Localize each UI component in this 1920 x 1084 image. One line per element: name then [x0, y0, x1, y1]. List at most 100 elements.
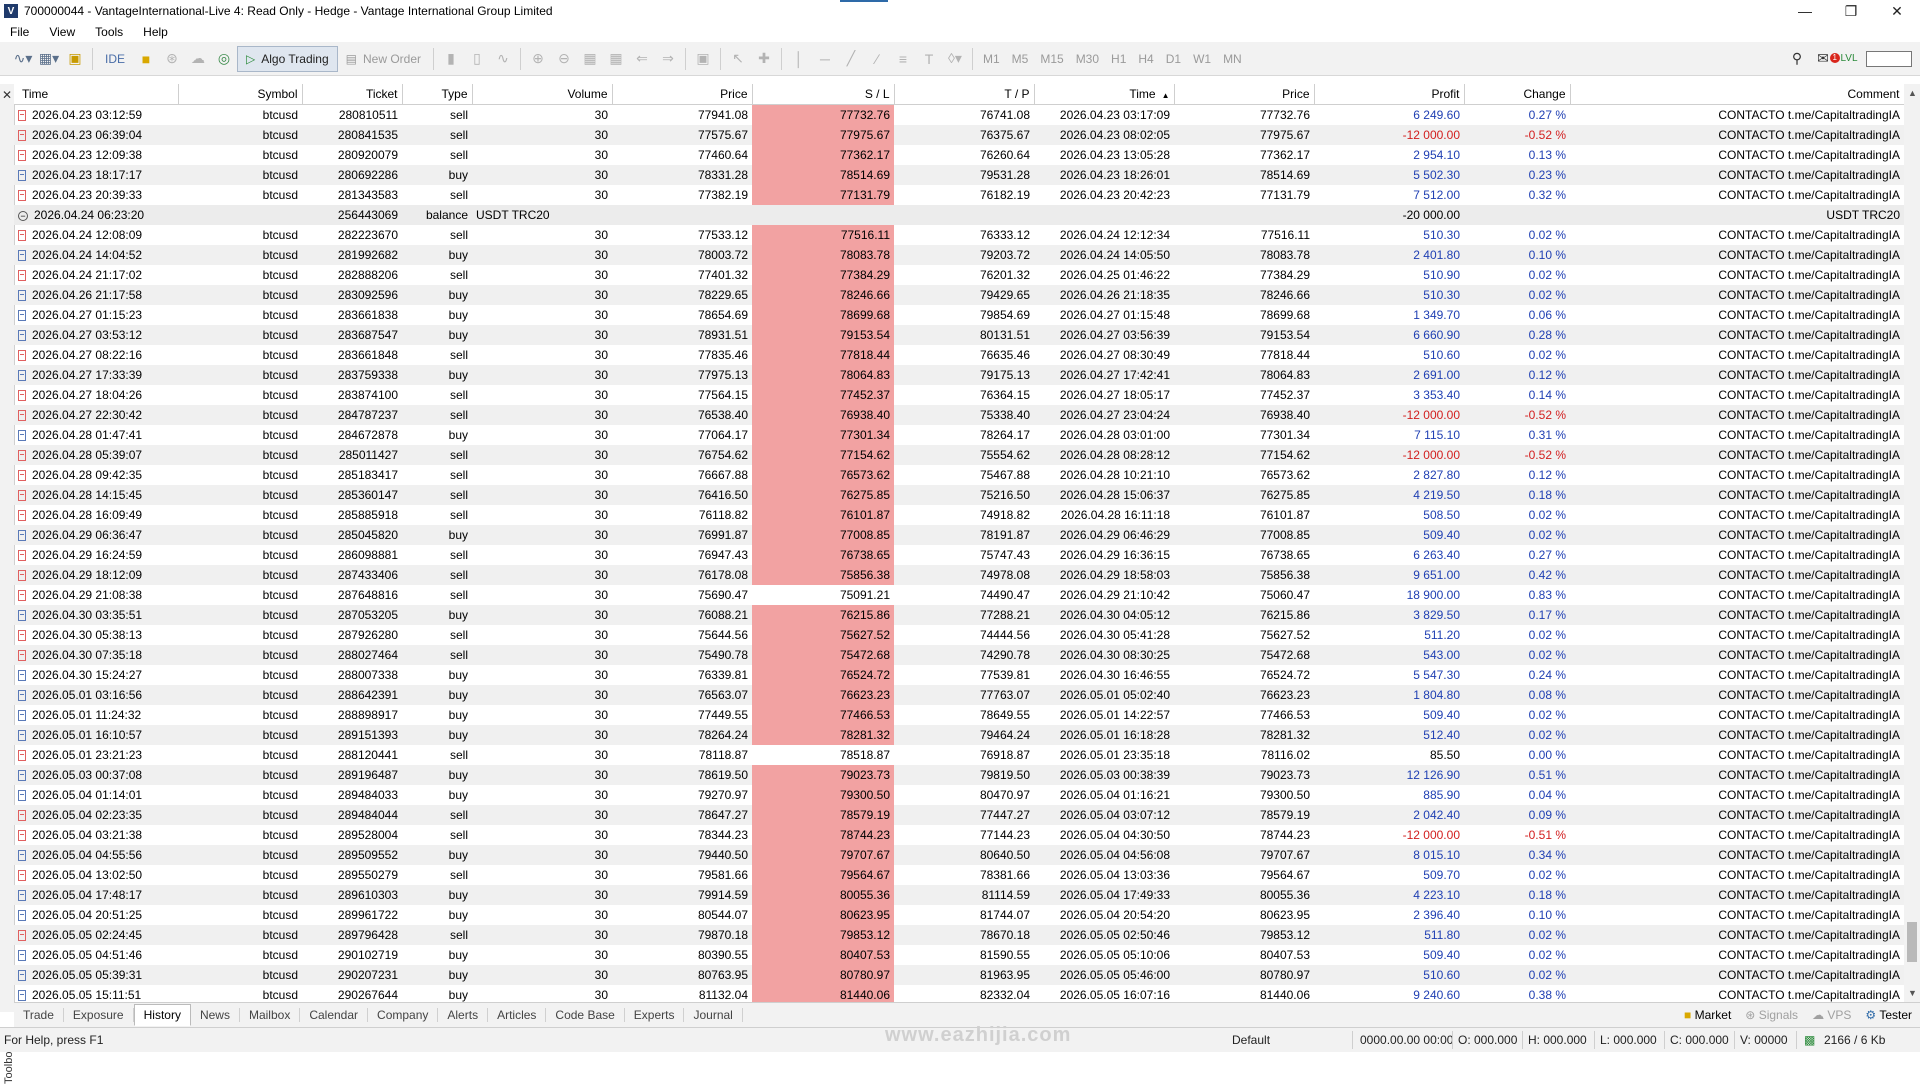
table-row[interactable]: 2026.05.04 04:55:56 btcusd 289509552 buy 30 7…	[14, 845, 1904, 865]
equidistant-channel-icon[interactable]: ∕	[864, 47, 890, 71]
col-header-ticket[interactable]: Ticket	[302, 84, 403, 105]
table-row[interactable]: 2026.04.29 18:12:09 btcusd 287433406 sell 30…	[14, 565, 1904, 585]
grid-icon[interactable]: ▦	[603, 47, 629, 71]
fibonacci-icon[interactable]: ≡	[890, 47, 916, 71]
screenshot-icon[interactable]: ▣	[690, 47, 716, 71]
table-row[interactable]: 2026.04.27 03:53:12 btcusd 283687547 buy 30 7…	[14, 325, 1904, 345]
col-header-type[interactable]: Type	[402, 84, 473, 105]
table-row[interactable]: 2026.04.27 22:30:42 btcusd 284787237 sell 30…	[14, 405, 1904, 425]
col-header-close-price[interactable]: Price	[1174, 84, 1315, 105]
scroll-down-icon[interactable]: ▼	[1908, 988, 1917, 998]
chart-shift-icon[interactable]: ⇒	[655, 47, 681, 71]
market-link[interactable]: ■ Market	[1684, 1008, 1731, 1022]
table-row[interactable]: 2026.04.23 03:12:59 btcusd 280810511 sell 30…	[14, 104, 1904, 125]
scrollbar-thumb[interactable]	[1907, 922, 1917, 962]
tab-history[interactable]: History	[133, 1004, 191, 1026]
timeframe-m15[interactable]: M15	[1034, 52, 1069, 66]
cursor-icon[interactable]: ↖	[725, 47, 751, 71]
table-row[interactable]: 2026.04.24 21:17:02 btcusd 282888206 sell 30…	[14, 265, 1904, 285]
toolbox-close-icon[interactable]: ✕	[2, 88, 12, 102]
table-row[interactable]: 2026.04.27 18:04:26 btcusd 283874100 sell 30…	[14, 385, 1904, 405]
lock-icon[interactable]: ■	[133, 47, 159, 71]
timeframe-m5[interactable]: M5	[1006, 52, 1035, 66]
col-header-sl[interactable]: S / L	[752, 84, 895, 105]
zoom-out-icon[interactable]: ⊖	[551, 47, 577, 71]
table-row[interactable]: 2026.05.05 04:51:46 btcusd 290102719 buy 30 8…	[14, 945, 1904, 965]
table-row[interactable]: 2026.04.30 07:35:18 btcusd 288027464 sell 30…	[14, 645, 1904, 665]
dollar-icon[interactable]: ▣	[62, 47, 88, 71]
tab-exposure[interactable]: Exposure	[64, 1008, 134, 1022]
table-row[interactable]: 2026.05.05 05:39:31 btcusd 290207231 buy 30 8…	[14, 965, 1904, 985]
cloud-icon[interactable]: ☁	[185, 47, 211, 71]
table-row[interactable]: 2026.05.05 15:11:51 btcusd 290267644 buy 30 8…	[14, 985, 1904, 1002]
bar-chart-icon[interactable]: ▮	[438, 47, 464, 71]
tab-journal[interactable]: Journal	[684, 1008, 743, 1022]
table-row[interactable]: 2026.04.23 12:09:38 btcusd 280920079 sell 30…	[14, 145, 1904, 165]
table-row[interactable]: 2026.05.01 03:16:56 btcusd 288642391 buy 30 7…	[14, 685, 1904, 705]
table-row[interactable]: 2026.04.26 21:17:58 btcusd 283092596 buy 30 7…	[14, 285, 1904, 305]
table-row[interactable]: 2026.04.28 01:47:41 btcusd 284672878 buy 30 7…	[14, 425, 1904, 445]
scroll-up-icon[interactable]: ▲	[1908, 88, 1917, 98]
table-row[interactable]: 2026.05.04 20:51:25 btcusd 289961722 buy 30 8…	[14, 905, 1904, 925]
col-header-price[interactable]: Price	[612, 84, 753, 105]
search-icon[interactable]: ⚲	[1784, 47, 1810, 71]
table-row[interactable]: 2026.04.29 16:24:59 btcusd 286098881 sell 30…	[14, 545, 1904, 565]
signals-link[interactable]: ⊛ Signals	[1745, 1008, 1798, 1022]
table-row[interactable]: 2026.04.28 14:15:45 btcusd 285360147 sell 30…	[14, 485, 1904, 505]
chart-template-icon[interactable]: ▦▾	[36, 47, 62, 71]
ide-button[interactable]: IDE	[97, 46, 133, 72]
shapes-icon[interactable]: ◊▾	[942, 47, 968, 71]
table-row[interactable]: 2026.05.04 17:48:17 btcusd 289610303 buy 30 7…	[14, 885, 1904, 905]
table-row[interactable]: 2026.04.28 16:09:49 btcusd 285885918 sell 30…	[14, 505, 1904, 525]
text-tool-icon[interactable]: T	[916, 47, 942, 71]
table-row[interactable]: 2026.05.01 11:24:32 btcusd 288898917 buy 30 7…	[14, 705, 1904, 725]
table-row[interactable]: 2026.05.03 00:37:08 btcusd 289196487 buy 30 7…	[14, 765, 1904, 785]
table-row[interactable]: 2026.04.29 06:36:47 btcusd 285045820 buy 30 7…	[14, 525, 1904, 545]
table-row[interactable]: 2026.04.23 18:17:17 btcusd 280692286 buy 30 7…	[14, 165, 1904, 185]
table-row[interactable]: 2026.04.23 20:39:33 btcusd 281343583 sell 30…	[14, 185, 1904, 205]
vps-link[interactable]: ☁ VPS	[1812, 1008, 1851, 1022]
tab-code-base[interactable]: Code Base	[546, 1008, 625, 1022]
algo-trading-button[interactable]: ▷ Algo Trading	[237, 45, 338, 72]
chart-line-icon[interactable]: ∿▾	[10, 47, 36, 71]
tab-alerts[interactable]: Alerts	[438, 1008, 489, 1022]
col-header-change[interactable]: Change	[1464, 84, 1571, 105]
timeframe-h4[interactable]: H4	[1132, 52, 1159, 66]
table-row[interactable]: 2026.04.28 09:42:35 btcusd 285183417 sell 30…	[14, 465, 1904, 485]
table-row[interactable]: 2026.04.30 15:24:27 btcusd 288007338 buy 30 7…	[14, 665, 1904, 685]
table-row[interactable]: 2026.04.29 21:08:38 btcusd 287648816 sell 30…	[14, 585, 1904, 605]
close-window-button[interactable]: ✕	[1874, 0, 1920, 22]
table-row[interactable]: 2026.04.24 14:04:52 btcusd 281992682 buy 30 7…	[14, 245, 1904, 265]
crosshair-icon[interactable]: ✚	[751, 47, 777, 71]
tab-experts[interactable]: Experts	[625, 1008, 685, 1022]
balance-row[interactable]: −2026.04.24 06:23:20 256443069 balance USDT…	[14, 205, 1904, 225]
line-chart-icon[interactable]: ∿	[490, 47, 516, 71]
tab-trade[interactable]: Trade	[14, 1008, 64, 1022]
timeframe-m1[interactable]: M1	[977, 52, 1006, 66]
timeframe-h1[interactable]: H1	[1105, 52, 1132, 66]
timeframe-mn[interactable]: MN	[1217, 52, 1248, 66]
timeframe-d1[interactable]: D1	[1160, 52, 1187, 66]
table-row[interactable]: 2026.05.04 03:21:38 btcusd 289528004 sell 30…	[14, 825, 1904, 845]
candlestick-icon[interactable]: ▯	[464, 47, 490, 71]
trend-line-icon[interactable]: ╱	[838, 47, 864, 71]
col-header-time[interactable]: Time	[14, 84, 179, 105]
new-order-button[interactable]: ▤ New Order	[338, 46, 429, 72]
col-header-close-time[interactable]: Time ▲	[1034, 84, 1175, 105]
table-row[interactable]: 2026.04.30 05:38:13 btcusd 287926280 sell 30…	[14, 625, 1904, 645]
table-row[interactable]: 2026.04.23 06:39:04 btcusd 280841535 sell 30…	[14, 125, 1904, 145]
col-header-comment[interactable]: Comment	[1570, 84, 1904, 105]
menu-view[interactable]: View	[39, 25, 85, 39]
menu-help[interactable]: Help	[133, 25, 178, 39]
tester-link[interactable]: ⚙ Tester	[1865, 1008, 1912, 1022]
table-row[interactable]: 2026.05.04 01:14:01 btcusd 289484033 buy 30 7…	[14, 785, 1904, 805]
signal-icon[interactable]: ⊛	[159, 47, 185, 71]
table-row[interactable]: 2026.04.27 08:22:16 btcusd 283661848 sell 30…	[14, 345, 1904, 365]
timeframe-m30[interactable]: M30	[1070, 52, 1105, 66]
vertical-line-icon[interactable]: │	[786, 47, 812, 71]
table-row[interactable]: 2026.05.01 23:21:23 btcusd 288120441 sell 30…	[14, 745, 1904, 765]
market-watch-icon[interactable]: ◎	[211, 47, 237, 71]
tab-articles[interactable]: Articles	[488, 1008, 547, 1022]
table-row[interactable]: 2026.04.30 03:35:51 btcusd 287053205 buy 30 7…	[14, 605, 1904, 625]
auto-scroll-icon[interactable]: ⇐	[629, 47, 655, 71]
